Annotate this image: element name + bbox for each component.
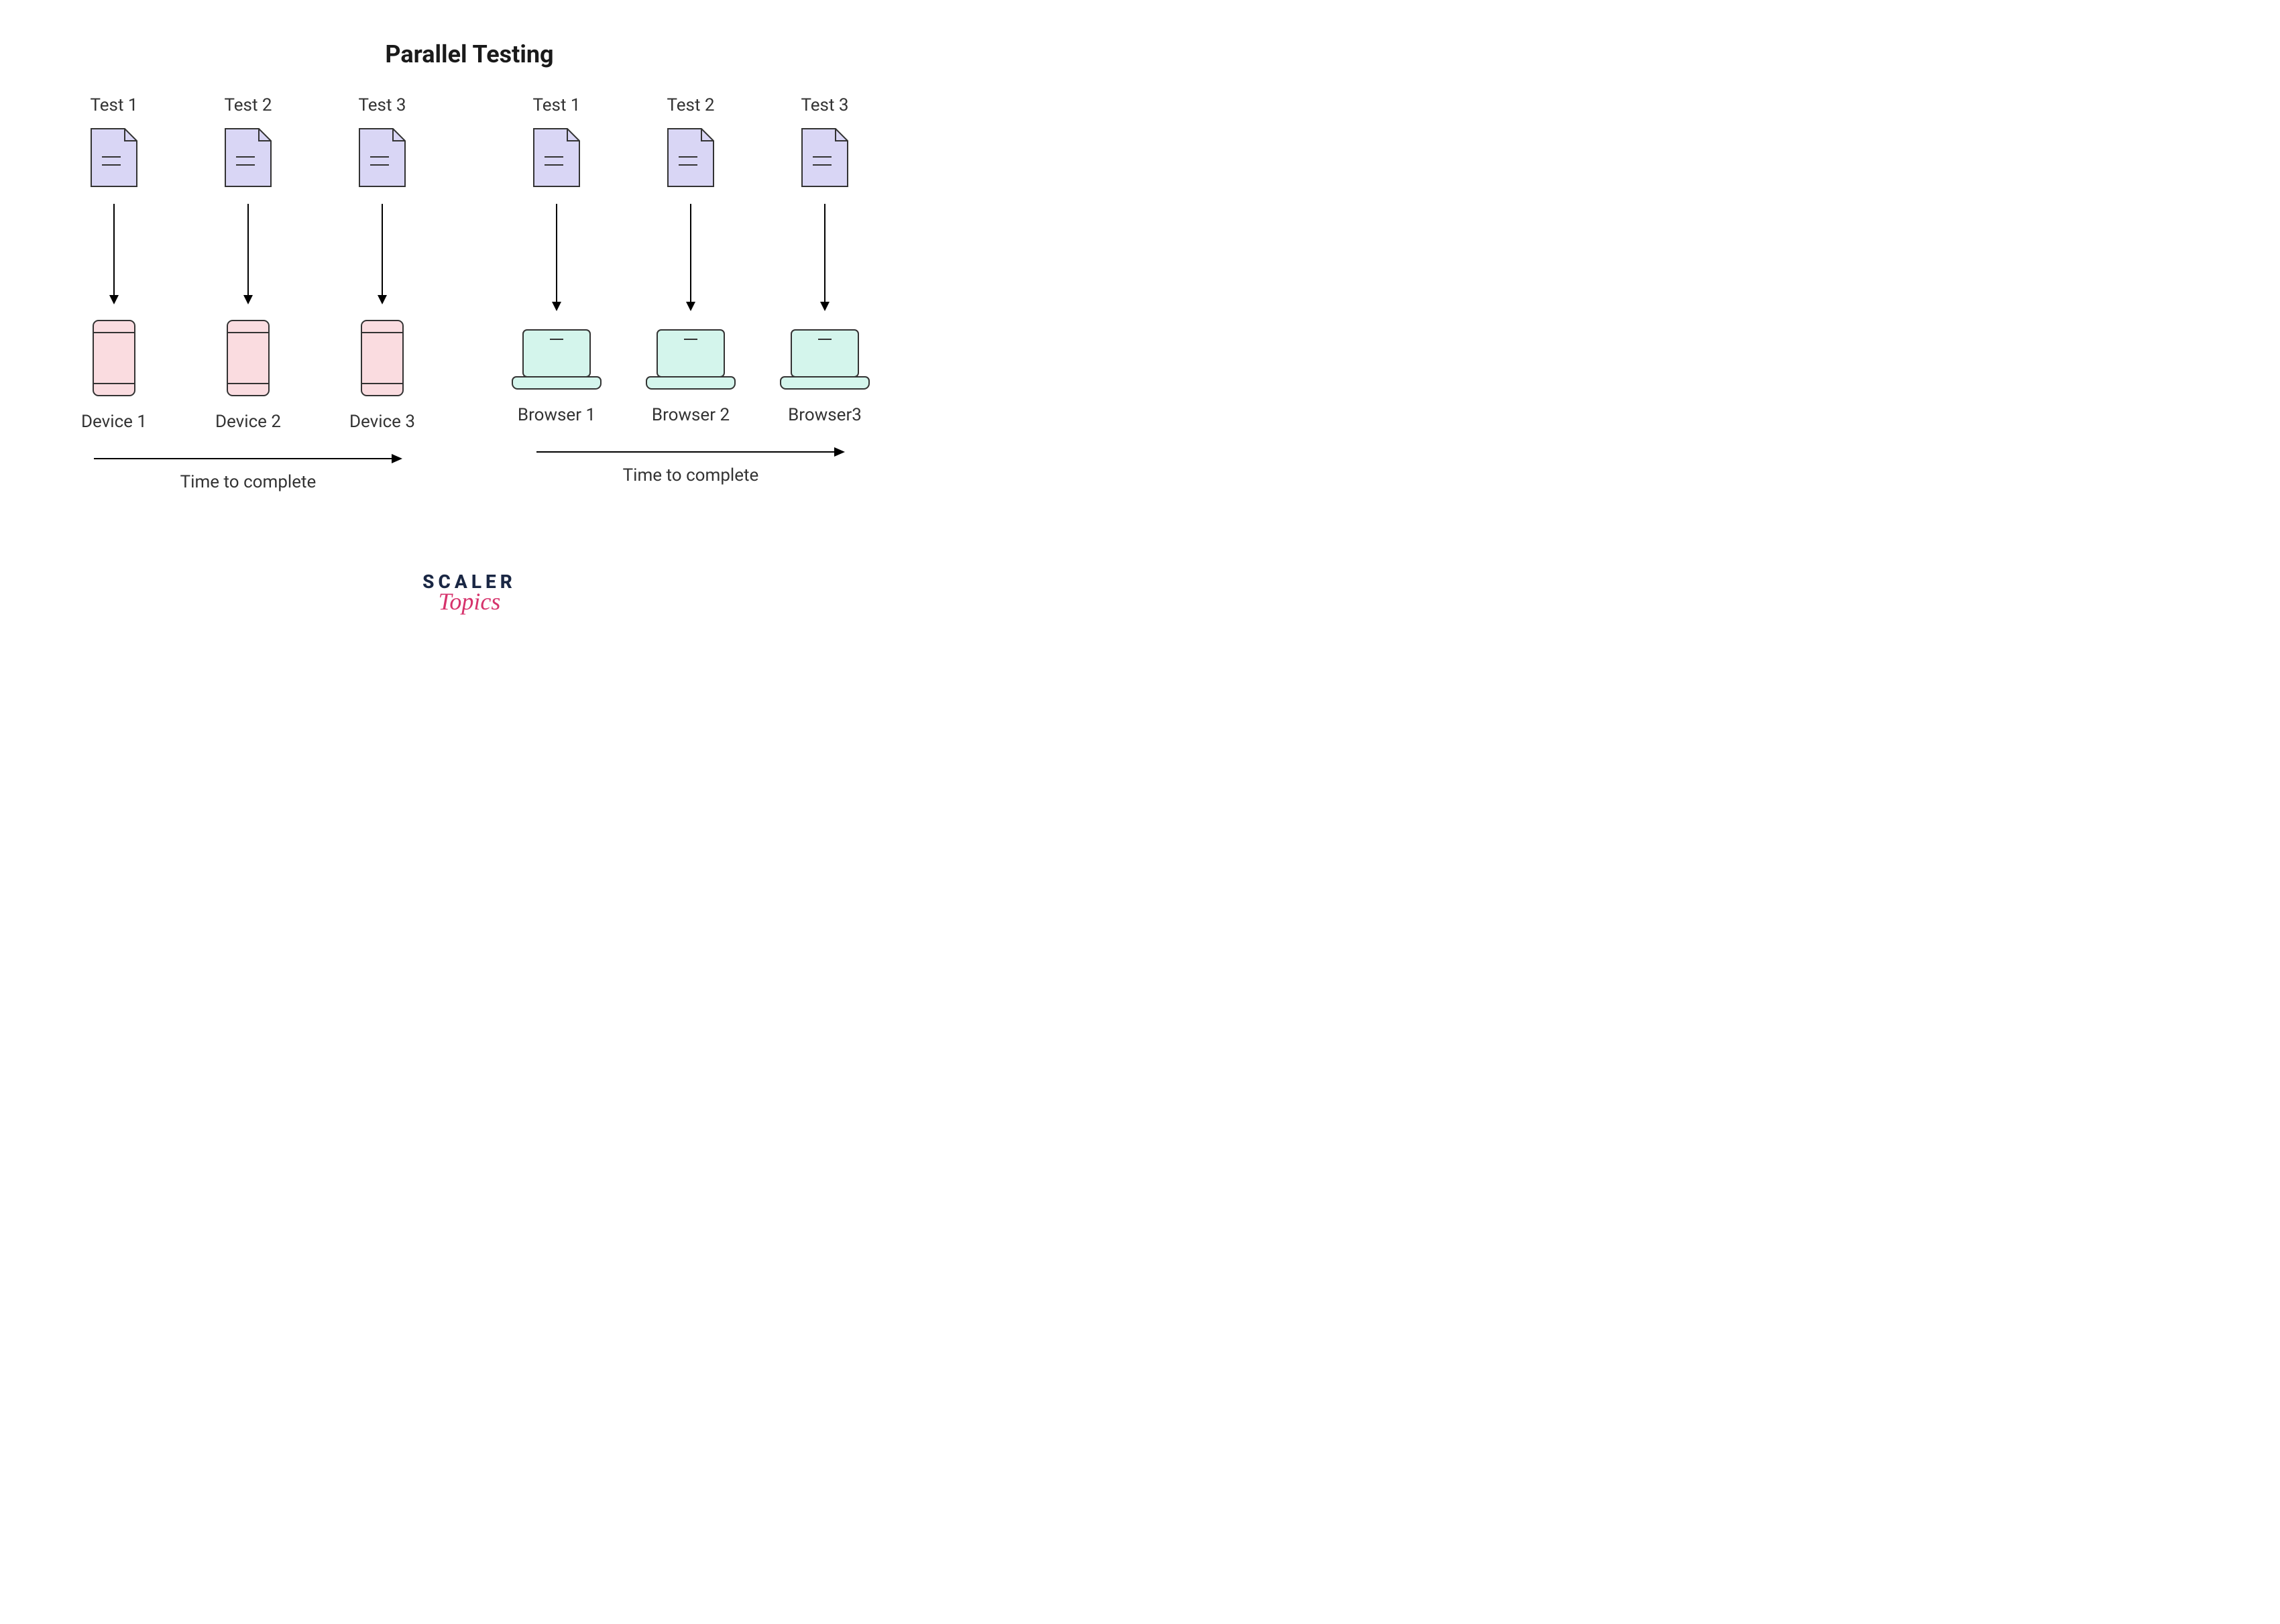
test-label: Test 3 (801, 95, 848, 115)
file-icon (530, 126, 583, 190)
test-label: Test 1 (532, 95, 580, 115)
test-label: Test 1 (90, 95, 137, 115)
arrow-down-icon (107, 204, 121, 304)
phone-icon (91, 318, 137, 398)
target-label: Browser 2 (652, 405, 730, 425)
target-label: Browser 1 (518, 405, 595, 425)
time-arrow-icon (94, 452, 402, 465)
arrow-down-icon (684, 204, 697, 311)
laptop-icon (778, 325, 872, 392)
time-label: Time to complete (180, 472, 317, 492)
arrow-down-icon (376, 204, 389, 304)
diagram-body: Test 1 (54, 95, 885, 492)
arrow-down-icon (241, 204, 255, 304)
laptop-icon (510, 325, 604, 392)
devices-row: Test 1 (67, 95, 429, 432)
time-arrow-icon (536, 445, 845, 459)
devices-group: Test 1 (67, 95, 429, 492)
test-label: Test 2 (224, 95, 272, 115)
diagram-title: Parallel Testing (54, 40, 885, 68)
browsers-row: Test 1 (510, 95, 872, 425)
target-label: Browser3 (788, 405, 862, 425)
browsers-group: Test 1 (510, 95, 872, 492)
browser-col: Test 2 (644, 95, 738, 425)
phone-icon (359, 318, 406, 398)
test-label: Test 3 (358, 95, 406, 115)
target-label: Device 1 (81, 412, 147, 432)
test-label: Test 2 (667, 95, 714, 115)
device-col: Test 1 (67, 95, 161, 432)
time-label: Time to complete (623, 465, 759, 485)
device-col: Test 2 (201, 95, 295, 432)
browser-col: Test 3 (778, 95, 872, 425)
device-col: Test 3 (335, 95, 429, 432)
file-icon (355, 126, 409, 190)
phone-icon (225, 318, 272, 398)
target-label: Device 3 (349, 412, 415, 432)
browser-col: Test 1 (510, 95, 604, 425)
file-icon (221, 126, 275, 190)
target-label: Device 2 (215, 412, 281, 432)
brand-logo: SCALER Topics (422, 571, 516, 616)
file-icon (87, 126, 141, 190)
arrow-down-icon (818, 204, 832, 311)
file-icon (664, 126, 718, 190)
file-icon (798, 126, 852, 190)
laptop-icon (644, 325, 738, 392)
arrow-down-icon (550, 204, 563, 311)
